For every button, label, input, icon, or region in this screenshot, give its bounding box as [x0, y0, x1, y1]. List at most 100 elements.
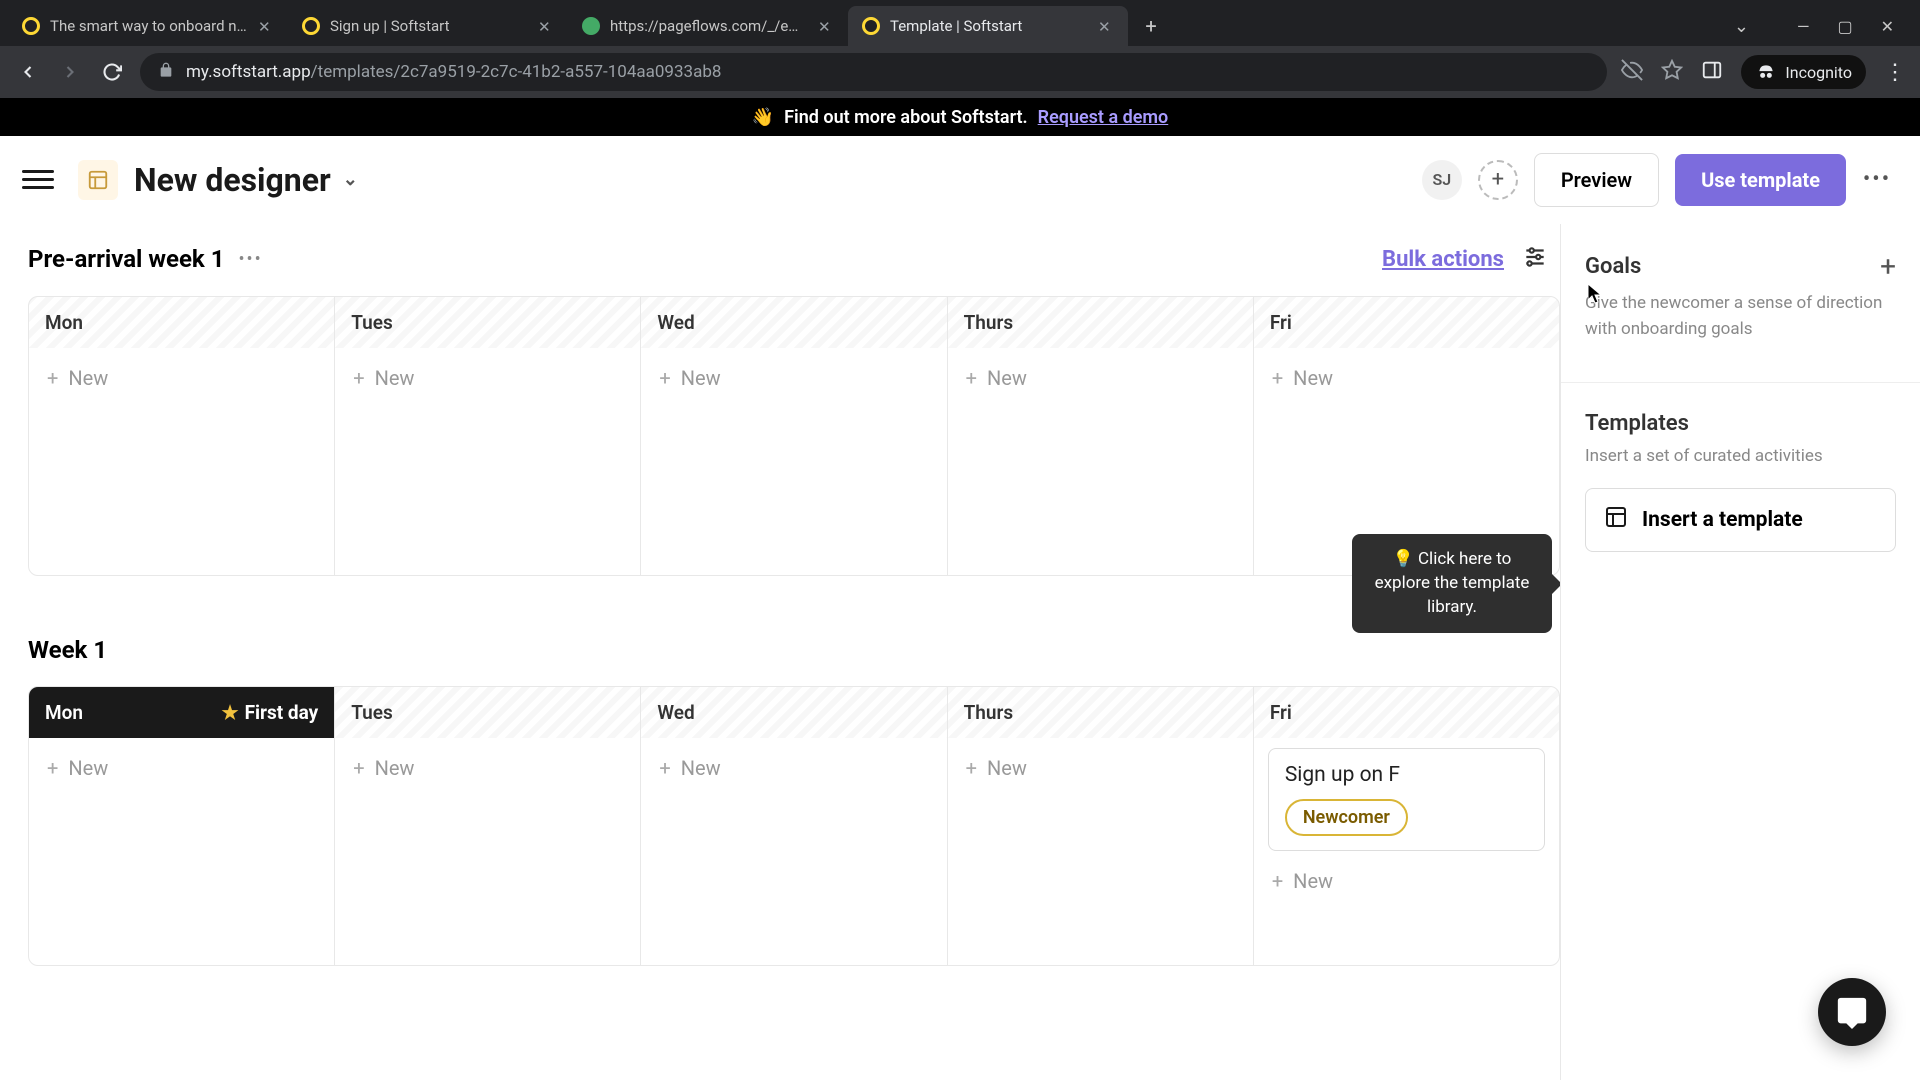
tab-title: Template | Softstart: [890, 17, 1088, 35]
avatar[interactable]: SJ: [1422, 160, 1462, 200]
day-header: Fri: [1254, 687, 1559, 738]
request-demo-link[interactable]: Request a demo: [1038, 107, 1169, 128]
menu-button[interactable]: [22, 164, 54, 196]
close-tab-button[interactable]: ✕: [1098, 18, 1114, 34]
back-button[interactable]: [14, 58, 42, 86]
bookmark-star-icon[interactable]: [1661, 59, 1683, 85]
minimize-button[interactable]: —: [1797, 17, 1810, 36]
main-content: Pre-arrival week 1 ••• Bulk actions Mon …: [0, 224, 1920, 1080]
new-activity-button[interactable]: + New: [1268, 358, 1545, 398]
day-column: Mon ★First day + New: [29, 687, 335, 965]
day-header: Tues: [335, 687, 640, 738]
maximize-button[interactable]: ▢: [1837, 17, 1852, 36]
close-tab-button[interactable]: ✕: [818, 18, 834, 34]
templates-heading: Templates: [1585, 411, 1896, 436]
day-header: Mon: [29, 297, 334, 348]
activity-card[interactable]: Sign up on F Newcomer: [1268, 748, 1545, 851]
card-title: Sign up on F: [1285, 763, 1528, 787]
new-activity-button[interactable]: + New: [962, 748, 1239, 788]
incognito-icon: [1755, 61, 1777, 83]
address-bar[interactable]: my.softstart.app/templates/2c7a9519-2c7c…: [140, 53, 1607, 91]
preview-button[interactable]: Preview: [1534, 153, 1659, 207]
more-menu-button[interactable]: •••: [1862, 167, 1892, 192]
new-activity-button[interactable]: + New: [1268, 861, 1545, 901]
layout-icon: [1604, 505, 1628, 535]
plus-icon: +: [659, 756, 670, 780]
browser-tab[interactable]: https://pageflows.com/_/emails/ ✕: [568, 6, 848, 46]
reload-button[interactable]: [98, 58, 126, 86]
new-label: New: [68, 366, 108, 390]
new-activity-button[interactable]: + New: [655, 748, 932, 788]
day-column: Mon + New: [29, 297, 335, 575]
template-type-icon: [78, 160, 118, 200]
window-controls: ⌄ — ▢ ✕: [1734, 16, 1912, 37]
day-column: Wed + New: [641, 297, 947, 575]
week-header: Week 1: [28, 636, 1560, 664]
filter-icon[interactable]: [1522, 244, 1548, 274]
panel-icon[interactable]: [1701, 59, 1723, 85]
templates-description: Insert a set of curated activities: [1585, 444, 1896, 470]
browser-menu-icon[interactable]: ⋮: [1884, 60, 1906, 85]
tab-title: The smart way to onboard new h: [50, 17, 248, 35]
day-column: Thurs + New: [948, 687, 1254, 965]
plus-icon: +: [1272, 869, 1283, 893]
tab-title: Sign up | Softstart: [330, 17, 528, 35]
favicon-icon: [302, 17, 320, 35]
new-tab-button[interactable]: +: [1136, 11, 1166, 41]
chat-widget-button[interactable]: [1818, 978, 1886, 1046]
week-grid: Mon ★First day + New Tues + New Wed + Ne…: [28, 686, 1560, 966]
goals-description: Give the newcomer a sense of direction w…: [1585, 291, 1896, 342]
new-label: New: [1293, 366, 1333, 390]
new-activity-button[interactable]: + New: [962, 358, 1239, 398]
new-label: New: [1293, 869, 1333, 893]
add-goal-button[interactable]: +: [1880, 250, 1896, 283]
url-text: my.softstart.app/templates/2c7a9519-2c7c…: [186, 62, 721, 82]
day-column: Tues + New: [335, 687, 641, 965]
close-tab-button[interactable]: ✕: [538, 18, 554, 34]
week-menu-button[interactable]: •••: [238, 249, 262, 270]
add-member-button[interactable]: +: [1478, 160, 1518, 200]
tab-title: https://pageflows.com/_/emails/: [610, 17, 808, 35]
new-label: New: [681, 366, 721, 390]
tab-search-icon[interactable]: ⌄: [1734, 16, 1749, 37]
close-tab-button[interactable]: ✕: [258, 18, 274, 34]
new-activity-button[interactable]: + New: [349, 748, 626, 788]
plus-icon: +: [47, 366, 58, 390]
day-header: Wed: [641, 687, 946, 738]
page-title-dropdown[interactable]: New designer ⌄: [134, 161, 358, 199]
page-title: New designer: [134, 161, 331, 199]
announcement-bar: 👋 Find out more about Softstart. Request…: [0, 98, 1920, 136]
favicon-icon: [22, 17, 40, 35]
first-day-badge: First day: [245, 701, 319, 724]
bulk-actions-link[interactable]: Bulk actions: [1382, 247, 1504, 272]
browser-tab[interactable]: The smart way to onboard new h ✕: [8, 6, 288, 46]
star-icon: ★: [222, 701, 239, 724]
day-header: Tues: [335, 297, 640, 348]
new-activity-button[interactable]: + New: [43, 358, 320, 398]
favicon-icon: [862, 17, 880, 35]
new-activity-button[interactable]: + New: [43, 748, 320, 788]
new-activity-button[interactable]: + New: [349, 358, 626, 398]
use-template-button[interactable]: Use template: [1675, 154, 1846, 206]
insert-template-button[interactable]: Insert a template: [1585, 488, 1896, 552]
week-title: Week 1: [28, 636, 107, 664]
browser-tab[interactable]: Sign up | Softstart ✕: [288, 6, 568, 46]
eye-off-icon[interactable]: [1621, 59, 1643, 85]
day-header: Wed: [641, 297, 946, 348]
incognito-badge[interactable]: Incognito: [1741, 55, 1866, 89]
day-column: Fri Sign up on F Newcomer + New: [1254, 687, 1559, 965]
new-label: New: [987, 366, 1027, 390]
day-header: Thurs: [948, 687, 1253, 738]
day-header: Thurs: [948, 297, 1253, 348]
favicon-icon: [582, 17, 600, 35]
week-grid: Mon + New Tues + New Wed + New Thurs + N…: [28, 296, 1560, 576]
week-header: Pre-arrival week 1 ••• Bulk actions: [28, 244, 1560, 274]
announcement-text: Find out more about Softstart.: [784, 107, 1028, 128]
new-activity-button[interactable]: + New: [655, 358, 932, 398]
browser-tab[interactable]: Template | Softstart ✕: [848, 6, 1128, 46]
new-label: New: [375, 366, 415, 390]
browser-toolbar: my.softstart.app/templates/2c7a9519-2c7c…: [0, 46, 1920, 98]
forward-button[interactable]: [56, 58, 84, 86]
close-window-button[interactable]: ✕: [1881, 17, 1894, 36]
plus-icon: +: [966, 366, 977, 390]
